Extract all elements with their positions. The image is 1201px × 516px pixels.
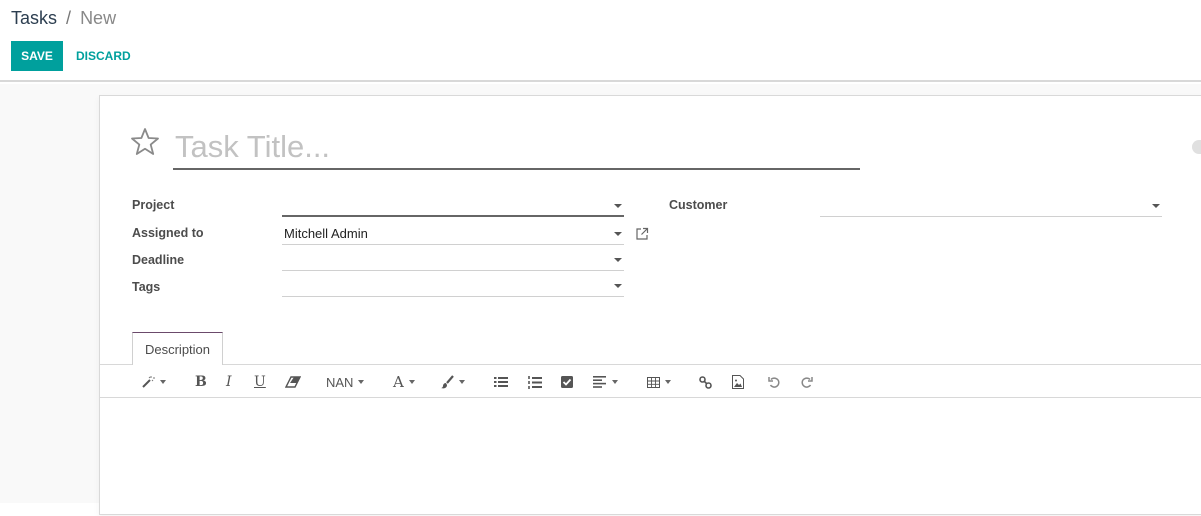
editor-toolbar: B I U NAN A — [100, 365, 1201, 398]
checklist-button[interactable] — [561, 374, 573, 390]
breadcrumb: Tasks / New — [11, 8, 116, 29]
deadline-field[interactable] — [282, 249, 624, 271]
redo-button[interactable] — [800, 374, 813, 390]
link-icon — [699, 375, 712, 389]
breadcrumb-tasks-link[interactable]: Tasks — [11, 8, 57, 28]
chevron-down-icon — [408, 380, 415, 384]
remove-format-button[interactable] — [285, 374, 301, 390]
undo-button[interactable] — [768, 374, 781, 390]
customer-label: Customer — [669, 198, 728, 212]
tags-label: Tags — [132, 280, 161, 294]
kanban-state-indicator[interactable] — [1192, 140, 1201, 154]
task-title-placeholder: Task Title... — [175, 129, 331, 164]
breadcrumb-separator: / — [66, 8, 72, 28]
breadcrumb-current: New — [80, 8, 117, 28]
list-ul-icon — [494, 377, 508, 387]
undo-icon — [768, 376, 780, 388]
insert-image-button[interactable] — [732, 374, 744, 390]
chevron-down-icon — [612, 380, 618, 384]
paragraph-align-dropdown[interactable] — [593, 374, 618, 390]
save-button[interactable]: SAVE — [11, 41, 63, 71]
assigned-to-field[interactable]: Mitchell Admin — [282, 223, 624, 245]
ordered-list-button[interactable] — [528, 374, 542, 390]
background-color-dropdown[interactable] — [440, 374, 465, 390]
chevron-down-icon[interactable] — [614, 204, 622, 208]
underline-button[interactable]: U — [254, 374, 266, 390]
font-size-dropdown[interactable]: NAN — [326, 374, 365, 390]
table-icon — [647, 376, 660, 388]
assigned-to-value: Mitchell Admin — [284, 226, 368, 241]
project-label: Project — [132, 198, 175, 212]
magic-wand-icon — [142, 376, 155, 388]
redo-icon — [801, 376, 813, 388]
eraser-icon — [285, 376, 301, 388]
bold-button[interactable]: B — [195, 374, 207, 390]
form-content-area: Task Title... Project Assigned to Mitche… — [0, 84, 1201, 515]
assigned-to-label: Assigned to — [132, 226, 204, 240]
customer-field[interactable] — [820, 195, 1162, 217]
chevron-down-icon — [665, 380, 671, 384]
italic-button[interactable]: I — [226, 374, 232, 390]
style-dropdown[interactable] — [141, 374, 166, 390]
chevron-down-icon[interactable] — [614, 258, 622, 262]
star-icon[interactable] — [130, 127, 160, 157]
form-sheet: Task Title... Project Assigned to Mitche… — [99, 95, 1201, 515]
discard-button[interactable]: DISCARD — [76, 41, 131, 71]
chevron-down-icon — [459, 380, 465, 384]
chevron-down-icon[interactable] — [614, 232, 622, 236]
list-ol-icon — [528, 375, 542, 389]
image-icon — [732, 375, 744, 389]
font-color-dropdown[interactable]: A — [393, 373, 415, 391]
chevron-down-icon — [358, 380, 365, 384]
chevron-down-icon[interactable] — [614, 284, 622, 288]
checkbox-icon — [561, 376, 573, 388]
task-title-input[interactable]: Task Title... — [173, 126, 860, 170]
unordered-list-button[interactable] — [494, 374, 508, 390]
external-link-icon[interactable] — [635, 227, 649, 241]
insert-link-button[interactable] — [699, 374, 712, 390]
font-color-icon: A — [393, 373, 404, 391]
chevron-down-icon[interactable] — [1152, 204, 1160, 208]
description-editor[interactable] — [100, 399, 1201, 516]
deadline-label: Deadline — [132, 253, 185, 267]
control-panel: Tasks / New SAVE DISCARD — [0, 0, 1201, 82]
paintbrush-icon — [441, 375, 454, 389]
font-size-value: NAN — [326, 374, 354, 390]
tags-field[interactable] — [282, 275, 624, 297]
tab-description[interactable]: Description — [132, 332, 223, 365]
project-field[interactable] — [282, 195, 624, 217]
align-left-icon — [593, 376, 606, 388]
table-dropdown[interactable] — [647, 374, 671, 390]
chevron-down-icon — [160, 380, 166, 384]
